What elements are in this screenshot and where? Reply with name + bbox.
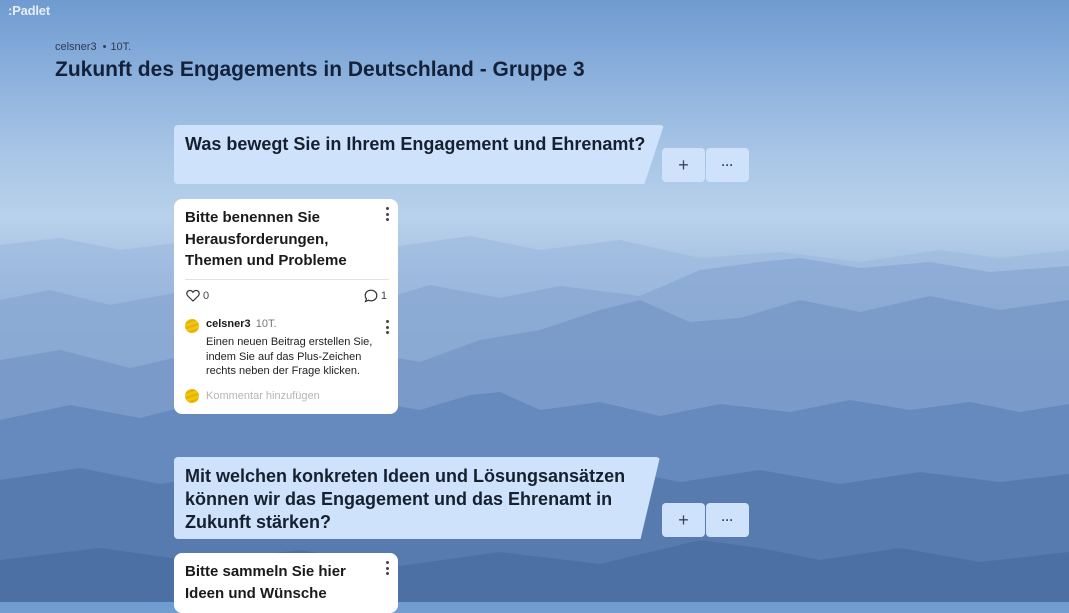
comment-control[interactable]: 1 bbox=[364, 289, 387, 303]
like-control[interactable]: 0 bbox=[186, 289, 209, 302]
user-avatar bbox=[185, 319, 199, 333]
add-post-button-1[interactable]: + bbox=[662, 148, 705, 182]
comment-bubble-icon bbox=[364, 289, 378, 303]
comment-age: 10T. bbox=[255, 318, 277, 330]
add-post-button-2[interactable]: + bbox=[662, 503, 705, 537]
post-title-2: Bitte sammeln Sie hier Ideen und Wünsche bbox=[185, 563, 346, 602]
post-card-2[interactable]: Bitte sammeln Sie hier Ideen und Wünsche bbox=[174, 553, 398, 613]
section-header-1: Was bewegt Sie in Ihrem Engagement und E… bbox=[174, 125, 664, 184]
board-author[interactable]: celsner3 bbox=[55, 41, 97, 53]
heart-icon bbox=[186, 289, 200, 302]
padlet-logo[interactable]: :Padlet bbox=[8, 3, 50, 18]
comment-input[interactable]: Kommentar hinzufügen bbox=[206, 390, 320, 402]
section-title-1: Was bewegt Sie in Ihrem Engagement und E… bbox=[185, 134, 646, 154]
user-avatar bbox=[185, 389, 199, 403]
section-header-2: Mit welchen konkreten Ideen und Lösungsa… bbox=[174, 457, 660, 539]
like-count: 0 bbox=[203, 289, 210, 302]
section-more-button-1[interactable]: ··· bbox=[706, 148, 749, 182]
kebab-menu-icon[interactable] bbox=[386, 207, 390, 221]
comment-count: 1 bbox=[380, 290, 387, 302]
board-meta: celsner3 • 10T. bbox=[55, 41, 131, 53]
post-divider bbox=[185, 279, 389, 280]
section-more-button-2[interactable]: ··· bbox=[706, 503, 749, 537]
comment-header: celsner3 10T. bbox=[206, 318, 277, 330]
post-card-1[interactable]: Bitte benennen Sie Herausforderungen, Th… bbox=[174, 199, 398, 414]
comment-author[interactable]: celsner3 bbox=[206, 318, 251, 330]
board-age: 10T. bbox=[110, 41, 132, 53]
meta-separator: • bbox=[102, 41, 107, 53]
section-title-2: Mit welchen konkreten Ideen und Lösungsa… bbox=[185, 466, 626, 532]
kebab-menu-icon[interactable] bbox=[386, 561, 390, 575]
board-title: Zukunft des Engagements in Deutschland -… bbox=[55, 58, 585, 81]
comment-text: Einen neuen Beitrag erstellen Sie, indem… bbox=[206, 336, 373, 377]
kebab-menu-icon[interactable] bbox=[386, 320, 390, 334]
post-title-1: Bitte benennen Sie Herausforderungen, Th… bbox=[185, 209, 347, 269]
